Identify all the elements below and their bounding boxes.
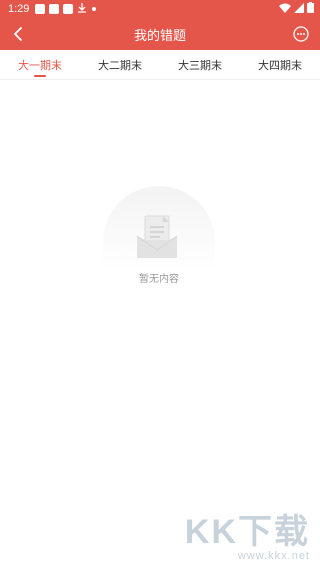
battery-icon [307, 2, 314, 16]
status-time: 1:29 [8, 3, 30, 15]
signal-icon [294, 2, 304, 16]
download-icon [77, 2, 87, 16]
more-circle-icon[interactable] [292, 25, 310, 43]
tab-year-2[interactable]: 大二期末 [80, 50, 160, 79]
dot-icon [91, 3, 97, 15]
empty-text: 暂无内容 [139, 274, 179, 285]
wifi-icon [279, 3, 291, 16]
empty-state: 暂无内容 [103, 186, 215, 286]
watermark: KK下载 www.kkx.net [185, 514, 310, 562]
watermark-logo: KK下载 [184, 513, 310, 551]
tab-bar: 大一期末 大二期末 大三期末 大四期末 [0, 50, 320, 80]
chevron-left-icon[interactable] [10, 25, 28, 43]
notification-square-icon [35, 4, 46, 14]
tab-year-1[interactable]: 大一期末 [0, 50, 80, 79]
tab-year-4[interactable]: 大四期末 [240, 50, 320, 79]
page-title: 我的错题 [133, 27, 186, 43]
status-bar: 1:29 [0, 0, 320, 18]
tab-year-3[interactable]: 大三期末 [160, 50, 240, 79]
empty-inbox-icon [136, 215, 178, 258]
watermark-url: www.kkx.net [237, 550, 310, 562]
cat-icon [49, 4, 60, 14]
empty-illustration [103, 186, 215, 272]
app-bar: 我的错题 [0, 18, 320, 50]
notification-square-icon [63, 4, 74, 14]
